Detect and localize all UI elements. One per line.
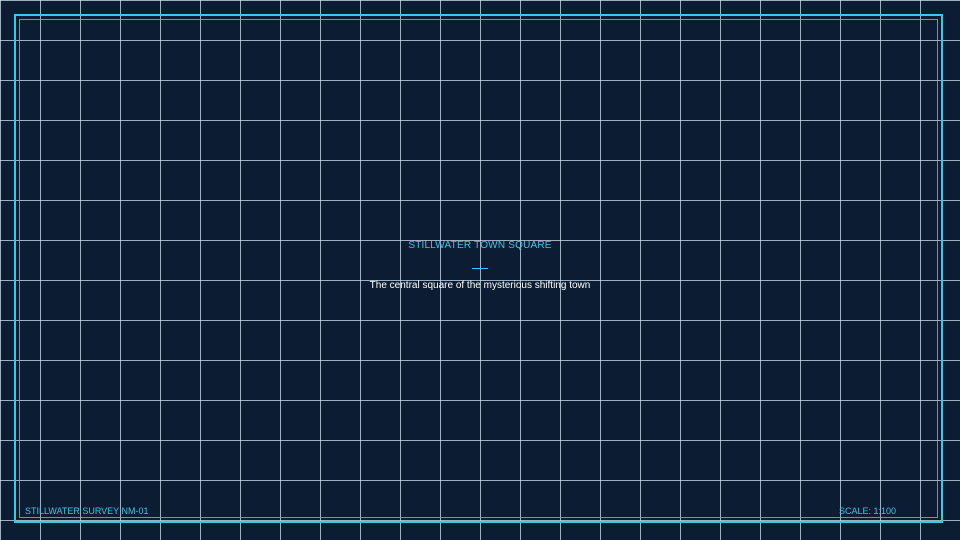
location-description: The central square of the mysterious shi…	[369, 280, 591, 291]
map-canvas: STILLWATER TOWN SQUARE The central squar…	[0, 0, 960, 540]
survey-id: STILLWATER SURVEY NM-01	[25, 506, 149, 516]
title-divider	[472, 268, 488, 269]
map-scale: SCALE: 1:100	[838, 506, 896, 516]
location-title: STILLWATER TOWN SQUARE	[408, 240, 552, 251]
location-label: STILLWATER TOWN SQUARE The central squar…	[0, 240, 960, 292]
